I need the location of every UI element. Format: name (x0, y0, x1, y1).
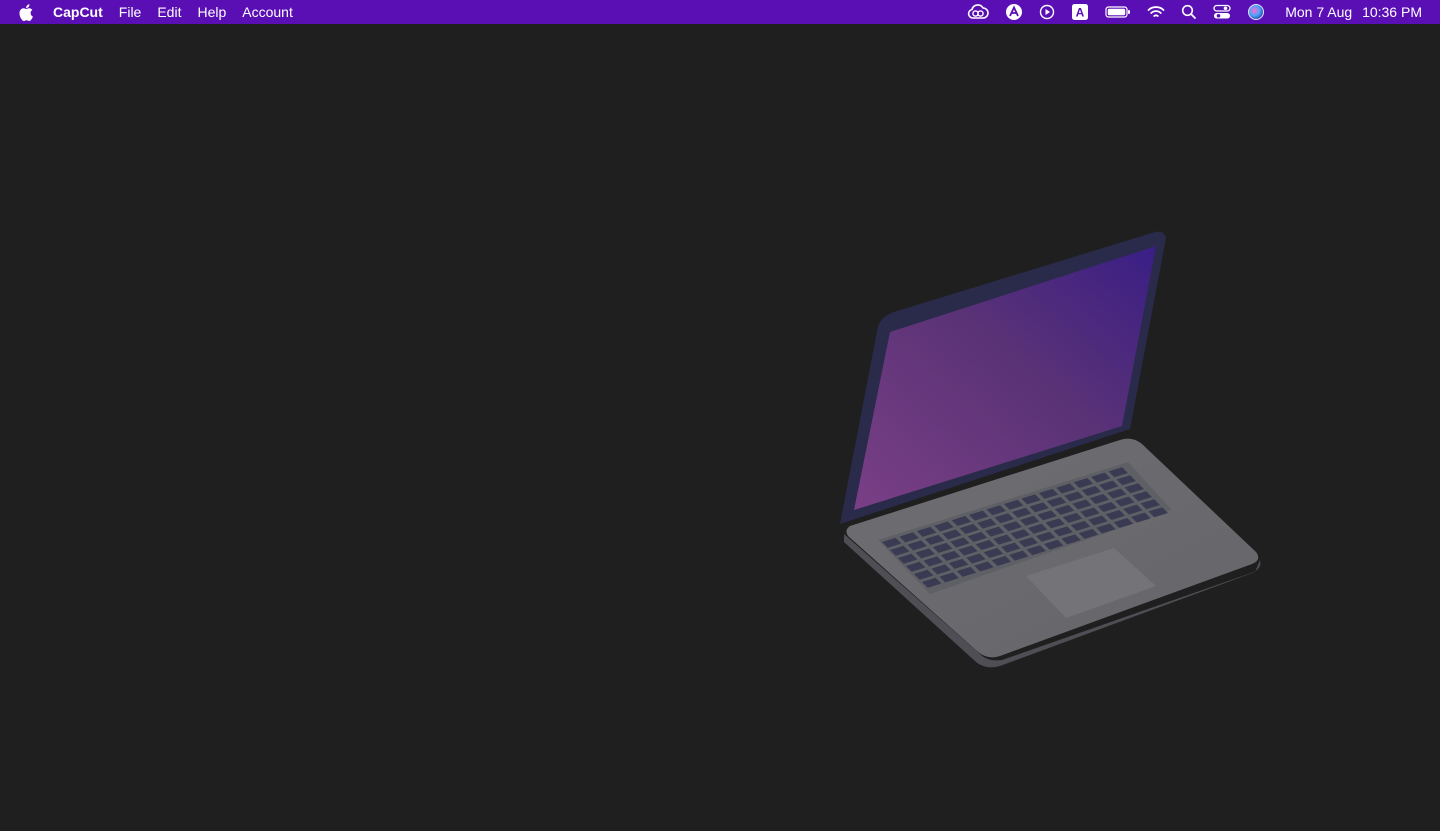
menu-help[interactable]: Help (189, 0, 234, 24)
apple-logo-icon[interactable] (18, 3, 34, 21)
menu-file[interactable]: File (111, 0, 150, 24)
creative-cloud-icon[interactable] (967, 0, 989, 24)
menu-bar-left: CapCut File Edit Help Account (0, 0, 301, 24)
clock-time: 10:36 PM (1362, 4, 1422, 20)
clock-date: Mon 7 Aug (1285, 4, 1353, 20)
control-center-icon[interactable] (1213, 0, 1231, 24)
menu-bar-clock[interactable]: Mon 7 Aug 10:36 PM (1285, 4, 1422, 20)
app-menu-capcut[interactable]: CapCut (52, 0, 111, 24)
battery-icon[interactable] (1105, 0, 1131, 24)
siri-icon[interactable] (1247, 0, 1265, 24)
menu-edit[interactable]: Edit (149, 0, 189, 24)
desktop-area (0, 24, 1440, 831)
menu-bar: CapCut File Edit Help Account A Mon 7 Au… (0, 0, 1440, 24)
menu-account[interactable]: Account (234, 0, 301, 24)
input-source-letter: A (1076, 6, 1085, 20)
wifi-icon[interactable] (1147, 0, 1165, 24)
laptop-illustration-icon (840, 231, 1261, 668)
input-source-icon[interactable]: A (1071, 0, 1089, 24)
play-circle-icon[interactable] (1039, 0, 1055, 24)
spotlight-search-icon[interactable] (1181, 0, 1197, 24)
menu-bar-right: A Mon 7 Aug 10:36 PM (959, 0, 1440, 24)
autodesk-icon[interactable] (1005, 0, 1023, 24)
